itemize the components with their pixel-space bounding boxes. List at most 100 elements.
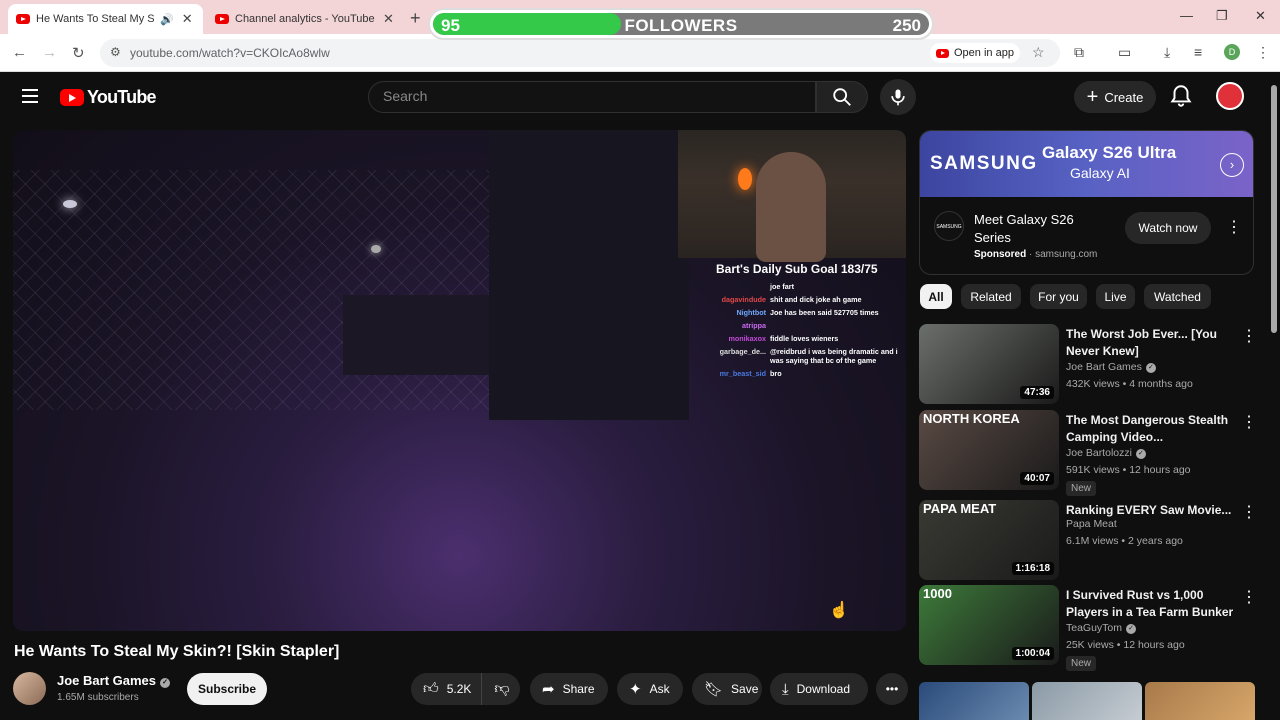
- recommended-channel-name[interactable]: Joe Bartolozzi: [1066, 447, 1132, 459]
- chip-all[interactable]: All: [920, 284, 952, 309]
- page-scrollbar[interactable]: [1268, 73, 1280, 720]
- more-vertical-icon[interactable]: ⋮: [1241, 502, 1257, 522]
- notifications-bell-icon[interactable]: [1168, 83, 1194, 109]
- extensions-icon[interactable]: ⧉: [1074, 44, 1084, 61]
- chip-live[interactable]: Live: [1096, 284, 1135, 309]
- close-tab-icon[interactable]: ✕: [383, 11, 394, 27]
- recommended-video-title[interactable]: The Most Dangerous Stealth Camping Video…: [1066, 412, 1236, 445]
- sponsored-ad-card[interactable]: SAMSUNG Galaxy S26 Ultra Galaxy AI › SAM…: [919, 130, 1254, 275]
- ad-domain: samsung.com: [1035, 249, 1098, 260]
- download-button[interactable]: ⤓ Download: [770, 673, 868, 705]
- lava-lamp: [738, 168, 752, 190]
- recommended-channel[interactable]: Joe Bart Games ✓: [1066, 361, 1156, 373]
- voice-search-button[interactable]: [880, 79, 916, 115]
- ad-banner[interactable]: SAMSUNG Galaxy S26 Ultra Galaxy AI ›: [920, 131, 1253, 197]
- browser-profile-avatar[interactable]: D: [1224, 44, 1240, 60]
- browser-menu-icon[interactable]: ⋮: [1256, 44, 1270, 61]
- new-tab-button[interactable]: +: [410, 8, 421, 29]
- search-button[interactable]: [816, 81, 868, 113]
- search-input[interactable]: [369, 82, 815, 110]
- recommended-channel[interactable]: TeaGuyTom ✓: [1066, 622, 1137, 634]
- recommended-video[interactable]: 1000 1:00:04 I Survived Rust vs 1,000 Play…: [919, 585, 1259, 671]
- chip-related[interactable]: Related: [961, 284, 1021, 309]
- open-in-app-button[interactable]: Open in app: [930, 43, 1020, 63]
- chip-for-you[interactable]: For you: [1030, 284, 1087, 309]
- video-frame-light: [63, 200, 77, 208]
- cast-icon[interactable]: ▭: [1118, 44, 1131, 61]
- recommended-channel-name[interactable]: Papa Meat: [1066, 518, 1117, 530]
- video-thumbnail[interactable]: 1000 1:00:04: [919, 585, 1059, 665]
- address-bar[interactable]: ⚙ youtube.com/watch?v=CKOIcAo8wlw Open i…: [100, 39, 1060, 67]
- channel-avatar[interactable]: [13, 672, 46, 705]
- more-vertical-icon[interactable]: ⋮: [1241, 587, 1257, 607]
- recommended-video[interactable]: NORTH KOREA 40:07 The Most Dangerous Steal…: [919, 410, 1259, 496]
- chip-watched[interactable]: Watched: [1144, 284, 1211, 309]
- scrollbar-thumb[interactable]: [1271, 85, 1277, 333]
- recommended-video[interactable]: PAPA MEAT 1:16:18 Ranking EVERY Saw Movie.…: [919, 500, 1259, 580]
- chat-message: monikaxox fiddle loves wieners: [684, 334, 900, 343]
- url-text[interactable]: youtube.com/watch?v=CKOIcAo8wlw: [130, 46, 330, 60]
- more-vertical-icon[interactable]: ⋮: [1226, 217, 1242, 237]
- channel-name[interactable]: Joe Bart Games ✓: [57, 673, 170, 688]
- recommended-channel[interactable]: Joe Bartolozzi ✓: [1066, 447, 1146, 459]
- recommended-thumbnail-partial[interactable]: [1032, 682, 1142, 720]
- back-icon[interactable]: ←: [12, 44, 27, 61]
- close-tab-icon[interactable]: ✕: [182, 11, 193, 27]
- maximize-icon[interactable]: ❐: [1216, 8, 1228, 24]
- followers-progress-track: FOLLOWERS 95 250: [433, 13, 929, 35]
- recommended-channel-name[interactable]: TeaGuyTom: [1066, 622, 1122, 634]
- media-control-icon[interactable]: ≡: [1194, 44, 1202, 60]
- site-info-icon[interactable]: ⚙: [110, 45, 121, 59]
- more-actions-button[interactable]: •••: [876, 673, 908, 705]
- video-frame-light: [371, 245, 381, 253]
- share-button[interactable]: ➦ Share: [530, 673, 608, 705]
- more-vertical-icon[interactable]: ⋮: [1241, 412, 1257, 432]
- reload-icon[interactable]: ↻: [72, 44, 85, 62]
- chevron-right-icon[interactable]: ›: [1220, 153, 1244, 177]
- recommended-meta: 6.1M views • 2 years ago: [1066, 535, 1183, 547]
- video-thumbnail[interactable]: PAPA MEAT 1:16:18: [919, 500, 1059, 580]
- watch-now-button[interactable]: Watch now: [1125, 212, 1211, 244]
- close-window-icon[interactable]: ✕: [1255, 8, 1266, 24]
- advertiser-avatar[interactable]: SAMSUNG: [934, 211, 964, 241]
- recommended-channel-name[interactable]: Joe Bart Games: [1066, 361, 1142, 373]
- recommended-video[interactable]: 47:36 The Worst Job Ever... [You Never Kn…: [919, 324, 1259, 404]
- streamer: [756, 152, 826, 262]
- account-avatar[interactable]: [1216, 82, 1244, 110]
- recommended-video-title[interactable]: Ranking EVERY Saw Movie...: [1066, 502, 1236, 519]
- ad-product-name: Galaxy S26 Ultra: [1042, 143, 1177, 162]
- save-button[interactable]: 🔖︎ Save: [692, 673, 762, 705]
- chat-username: atrippa: [742, 321, 766, 330]
- more-vertical-icon[interactable]: ⋮: [1241, 326, 1257, 346]
- audio-playing-icon[interactable]: 🔊: [160, 13, 174, 26]
- recommended-thumbnail-partial[interactable]: [1145, 682, 1255, 720]
- tab-title: Channel analytics - YouTube Studio: [235, 13, 375, 25]
- minimize-icon[interactable]: —: [1180, 8, 1193, 23]
- ad-title[interactable]: Meet Galaxy S26 Series: [974, 211, 1104, 247]
- recommended-video-title[interactable]: The Worst Job Ever... [You Never Knew]: [1066, 326, 1236, 359]
- download-icon[interactable]: ⤓: [1164, 44, 1170, 61]
- browser-tab-active[interactable]: He Wants To Steal My Skin?! 🔊 ✕: [8, 4, 203, 34]
- create-button[interactable]: + Create: [1074, 81, 1156, 113]
- recommended-video-title[interactable]: I Survived Rust vs 1,000 Players in a Te…: [1066, 587, 1236, 620]
- recommended-channel[interactable]: Papa Meat: [1066, 518, 1117, 530]
- menu-icon[interactable]: [22, 89, 38, 103]
- subscribe-button[interactable]: Subscribe: [187, 673, 267, 705]
- youtube-logo[interactable]: YouTube: [60, 87, 157, 108]
- recommended-thumbnail-partial[interactable]: [919, 682, 1029, 720]
- recommended-meta: 25K views • 12 hours ago: [1066, 639, 1185, 651]
- dislike-button[interactable]: 👎︎: [482, 680, 521, 698]
- ask-button[interactable]: ✦ Ask: [617, 673, 683, 705]
- bookmark-star-icon[interactable]: ☆: [1032, 44, 1045, 61]
- chat-message: Nightbot Joe has been said 527705 times: [684, 308, 900, 317]
- video-thumbnail[interactable]: NORTH KOREA 40:07: [919, 410, 1059, 490]
- chat-message: dagavindude shit and dick joke ah game: [684, 295, 900, 304]
- browser-tab-studio[interactable]: Channel analytics - YouTube Studio ✕: [207, 4, 402, 34]
- video-player[interactable]: Bart's Daily Sub Goal 183/75 joe fart dag…: [13, 130, 906, 631]
- open-in-app-label: Open in app: [954, 47, 1014, 59]
- mouse-cursor-icon: ☝: [829, 602, 849, 619]
- forward-icon[interactable]: →: [42, 44, 57, 61]
- channel-name-text[interactable]: Joe Bart Games: [57, 673, 156, 688]
- like-button[interactable]: 👍︎ 5.2K: [411, 673, 483, 705]
- video-thumbnail[interactable]: 47:36: [919, 324, 1059, 404]
